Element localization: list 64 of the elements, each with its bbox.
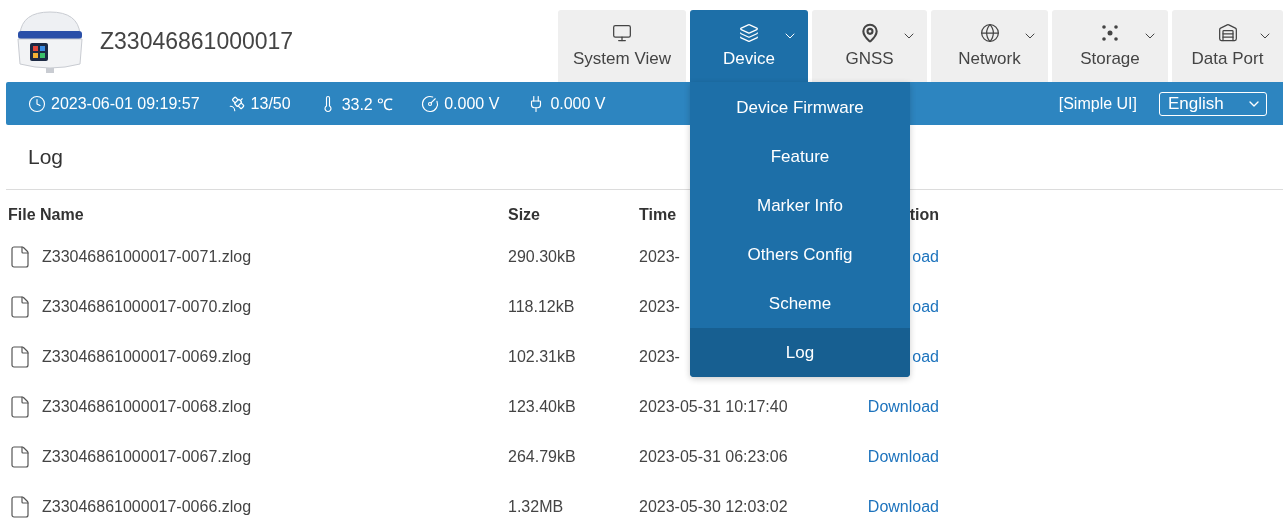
table-cell: 2023- [639,248,680,266]
nav-tab[interactable]: System View [558,10,686,82]
table-cell: 2023-05-30 12:03:02 [639,498,788,516]
table-cell: 1.32MB [508,498,564,516]
nav-tab[interactable]: Data Port [1172,10,1283,82]
menu-item[interactable]: Feature [690,132,910,181]
nav-tab[interactable]: Device [690,10,808,82]
table-cell: 2023- [639,348,680,366]
menu-item[interactable]: Log [690,328,910,377]
file-name: Z33046861000017-0071.zlog [42,248,252,266]
table-cell: 290.30kB [508,248,576,266]
file-name: Z33046861000017-0067.zlog [42,448,252,466]
nav-tab[interactable]: Storage [1052,10,1168,82]
table-cell: 118.12kB [508,298,575,316]
status-text: 0.000 V [550,94,606,113]
column-header: Time [639,206,677,225]
clock-icon [28,94,46,113]
status-text: 0.000 V [444,94,500,113]
dots-icon [1100,23,1120,43]
file-name: Z33046861000017-0069.zlog [42,348,252,366]
column-header: File Name [8,206,84,225]
table-cell: 123.40kB [508,398,576,416]
monitor-icon [612,23,632,43]
nav-tab[interactable]: Network [931,10,1048,82]
download-link[interactable]: Download [867,498,939,516]
page-title: Log [28,145,64,168]
gauge-icon [421,94,440,113]
status-text: 13/50 [250,94,291,113]
file-icon [8,245,32,269]
column-header: tion [909,206,939,225]
status-text: 33.2 ℃ [341,94,394,115]
simple-ui-link[interactable]: [Simple UI] [1058,94,1137,113]
table-cell: 264.79kB [508,448,576,466]
nav-tab[interactable]: GNSS [812,10,927,82]
device-serial: Z33046861000017 [100,27,294,55]
menu-item[interactable]: Scheme [690,279,910,328]
globe-icon [979,23,1000,43]
status-text: 2023-06-01 09:19:57 [51,94,200,113]
layers-icon [739,23,759,43]
file-icon [8,495,32,519]
download-link[interactable]: oad [912,348,939,366]
table-cell: 102.31kB [508,348,576,366]
table-cell: 2023- [639,298,680,316]
language-select[interactable]: English [1159,91,1267,116]
table-cell: 2023-05-31 10:17:40 [639,398,788,416]
file-icon [8,395,32,419]
file-name: Z33046861000017-0068.zlog [42,398,252,416]
menu-item[interactable]: Others Config [690,230,910,279]
file-name: Z33046861000017-0070.zlog [42,298,252,316]
pin-icon [859,23,880,43]
column-header: Size [508,206,540,225]
download-link[interactable]: oad [912,298,939,316]
house-icon [1217,23,1238,43]
file-icon [8,445,32,469]
menu-item[interactable]: Device Firmware [690,83,910,132]
download-link[interactable]: oad [912,248,939,266]
satellite-icon [227,94,246,113]
download-link[interactable]: Download [867,398,939,416]
table-cell: 2023-05-31 06:23:06 [639,448,788,466]
menu-item[interactable]: Marker Info [690,181,910,230]
file-name: Z33046861000017-0066.zlog [42,498,252,516]
download-link[interactable]: Download [867,448,939,466]
file-icon [8,295,32,319]
file-icon [8,345,32,369]
